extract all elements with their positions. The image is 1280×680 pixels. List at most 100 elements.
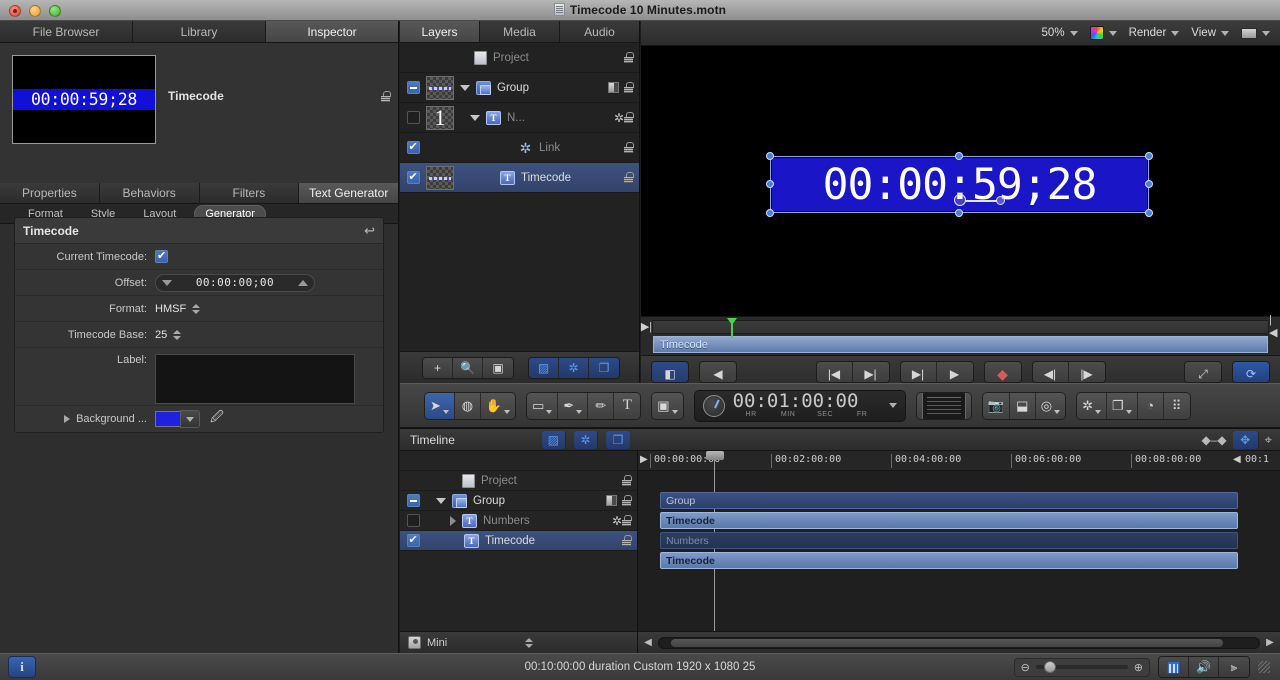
ruler-out-point-icon[interactable]: ◀: [1233, 454, 1241, 465]
checker-icon[interactable]: ▨: [529, 357, 559, 378]
layer-enable-checkbox[interactable]: [400, 170, 426, 184]
timeline-ruler[interactable]: ▶ 00:00:00:00 00:02:00:00 00:04:00:00 00…: [638, 451, 1280, 471]
gear-menu-icon[interactable]: ✲: [1077, 392, 1108, 419]
offset-decrement-icon[interactable]: [162, 279, 172, 286]
grid-menu-icon[interactable]: ⠿: [1163, 392, 1190, 419]
timeline-enable-checkbox[interactable]: [400, 533, 426, 547]
layout-menu[interactable]: [1237, 27, 1274, 39]
play-range-button[interactable]: ▶|: [900, 362, 937, 382]
step-back-button[interactable]: ◀|: [1032, 362, 1069, 382]
timeline-track-timecode-1[interactable]: Timecode: [638, 511, 1280, 531]
offset-value[interactable]: 00:00:00;00: [172, 276, 298, 289]
select-tool[interactable]: ➤: [425, 392, 455, 419]
lock-icon[interactable]: [622, 515, 632, 526]
pan-tool[interactable]: ✋: [480, 392, 516, 419]
channel-view-popup[interactable]: [1086, 26, 1121, 40]
gear-icon[interactable]: ✲: [614, 111, 624, 125]
resize-handle-top-center[interactable]: [955, 152, 963, 160]
tab-audio[interactable]: Audio: [560, 21, 639, 42]
eyedropper-icon[interactable]: 🖉: [210, 408, 224, 430]
format-value[interactable]: HMSF: [155, 303, 186, 315]
tab-file-browser[interactable]: File Browser: [0, 21, 133, 42]
lock-icon[interactable]: [622, 535, 632, 546]
search-icon[interactable]: 🔍: [453, 357, 483, 378]
canvas-viewport[interactable]: 00:00:59;28: [641, 46, 1280, 316]
timeline-enable-minus[interactable]: [400, 494, 426, 507]
lock-icon[interactable]: [622, 495, 632, 506]
timeline-clip[interactable]: Group: [660, 492, 1238, 509]
timeline-track-empty[interactable]: [638, 471, 1280, 491]
zoom-slider-knob[interactable]: [1043, 661, 1056, 673]
add-camera-icon[interactable]: 📷: [982, 392, 1010, 419]
mini-timeline-clip[interactable]: Timecode: [653, 336, 1268, 353]
mini-timeline-ruler[interactable]: [652, 317, 1269, 338]
layer-row-timecode[interactable]: T Timecode: [400, 163, 639, 193]
layers-icon[interactable]: ❐: [589, 357, 619, 378]
timeline-row-timecode[interactable]: T Timecode: [400, 531, 637, 551]
text-tool[interactable]: T: [614, 392, 641, 419]
resize-handle-middle-right[interactable]: [1145, 180, 1153, 188]
mini-timeline-in-point-icon[interactable]: ▶|: [641, 319, 652, 335]
zoom-to-fit-icon[interactable]: ⌖: [1265, 432, 1272, 448]
disclosure-triangle-icon[interactable]: [460, 84, 470, 91]
lock-icon[interactable]: [624, 52, 634, 63]
zoom-window-button[interactable]: [49, 5, 61, 17]
mask-tool[interactable]: ▣: [652, 392, 683, 419]
inspector-lock-icon[interactable]: [381, 91, 391, 105]
tab-layers[interactable]: Layers: [400, 21, 480, 42]
tab-filters[interactable]: Filters: [199, 183, 300, 203]
fullscreen-icon[interactable]: ⤢: [1185, 362, 1221, 382]
tab-inspector[interactable]: Inspector: [266, 21, 398, 42]
traffic-light-buttons[interactable]: [9, 5, 61, 17]
loop-playback-icon[interactable]: ⟳: [1233, 362, 1269, 382]
current-timecode-checkbox[interactable]: [155, 249, 168, 263]
lock-icon[interactable]: [624, 172, 634, 183]
minimize-window-button[interactable]: [29, 5, 41, 17]
mini-timeline-out-point-icon[interactable]: |◀: [1269, 314, 1280, 339]
hud-toggle-button[interactable]: [916, 392, 971, 419]
scroll-left-arrow-icon[interactable]: ◀: [642, 637, 654, 648]
lock-icon[interactable]: [622, 475, 632, 486]
timeline-track-area[interactable]: ▶ 00:00:00:00 00:02:00:00 00:04:00:00 00…: [638, 451, 1280, 653]
timeline-clip[interactable]: Numbers: [660, 532, 1238, 549]
tab-behaviors[interactable]: Behaviors: [99, 183, 200, 203]
reset-parameters-icon[interactable]: ↩: [364, 224, 375, 237]
time-field-chevron-down-icon[interactable]: [888, 403, 897, 408]
timecode-base-value[interactable]: 25: [155, 329, 167, 341]
scroll-thumb[interactable]: [671, 638, 1223, 647]
disclosure-triangle-icon[interactable]: [436, 497, 446, 504]
mask-icon[interactable]: ▣: [483, 357, 513, 378]
resize-handle-top-right[interactable]: [1145, 152, 1153, 160]
mini-playhead[interactable]: [727, 317, 737, 338]
layer-enable-checkbox[interactable]: [400, 111, 426, 124]
current-time-value[interactable]: 00:01:00:00: [733, 392, 881, 411]
tab-media[interactable]: Media: [480, 21, 560, 42]
lock-icon[interactable]: [624, 82, 634, 93]
step-forward-button[interactable]: |▶: [1068, 362, 1105, 382]
show-project-pane-button[interactable]: ◧: [652, 362, 688, 382]
lock-icon[interactable]: [624, 142, 634, 153]
layer-row-group[interactable]: Group: [400, 73, 639, 103]
keyframe-navigation-icon[interactable]: ◆–◆: [1202, 433, 1227, 447]
show-timing-pane-button[interactable]: ◀: [700, 362, 736, 382]
lock-icon[interactable]: [624, 112, 634, 123]
current-time-field[interactable]: 00:01:00:00 HR MIN SEC FR: [693, 389, 906, 422]
disclosure-triangle-icon[interactable]: [470, 114, 480, 121]
layer-row-numbers[interactable]: 1 T N... ✲: [400, 103, 639, 133]
scroll-right-arrow-icon[interactable]: ▶: [1264, 637, 1276, 648]
resize-handle-bottom-right[interactable]: [1145, 209, 1153, 217]
3d-transform-tool[interactable]: ◍: [454, 392, 481, 419]
mini-popup-arrows-icon[interactable]: [525, 637, 533, 648]
label-text-field[interactable]: [155, 354, 355, 404]
timeline-enable-checkbox[interactable]: [400, 514, 426, 527]
behaviors-icon[interactable]: ◎: [1035, 392, 1066, 419]
background-disclosure-triangle-icon[interactable]: [64, 415, 71, 423]
timeline-track-group[interactable]: Group: [638, 491, 1280, 511]
bezier-pen-tool[interactable]: ✒: [558, 392, 589, 419]
timeline-row-numbers[interactable]: T Numbers ✲: [400, 511, 637, 531]
timeline-track-numbers[interactable]: Numbers: [638, 531, 1280, 551]
rectangle-tool[interactable]: ▭: [527, 392, 559, 419]
resize-handle-top-left[interactable]: [766, 152, 774, 160]
layer-enable-minus[interactable]: [400, 81, 426, 94]
resize-handle-bottom-left[interactable]: [766, 209, 774, 217]
